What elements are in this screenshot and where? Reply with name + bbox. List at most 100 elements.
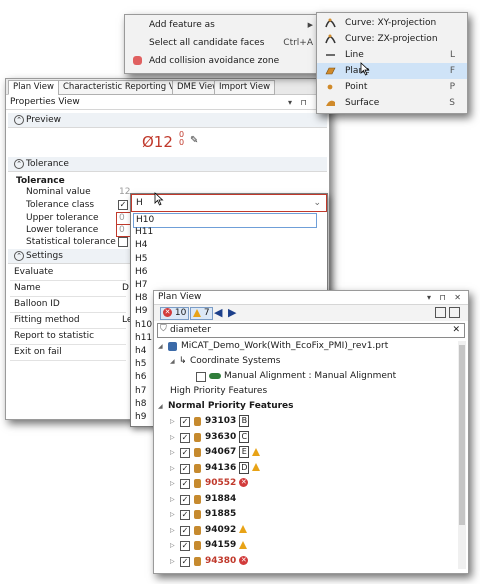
statistical-tolerance-label: Statistical tolerance xyxy=(26,237,116,247)
expand-arrow-icon[interactable]: ▷ xyxy=(170,527,176,534)
menu-item-label: Select all candidate faces xyxy=(149,38,265,48)
collapse-icon[interactable]: ⌃ xyxy=(14,251,24,261)
tolerance-class-checkbox[interactable]: ✓ xyxy=(118,200,128,210)
settings-row-fitting-method[interactable]: Fitting method Le xyxy=(10,313,132,329)
tolerance-section-header[interactable]: ⌃ Tolerance xyxy=(8,157,327,172)
pencil-icon: ✎ xyxy=(190,135,199,146)
dropdown-option[interactable]: H11 xyxy=(133,226,315,239)
search-box[interactable]: ⛉ diameter ✕ xyxy=(157,323,465,338)
feature-label-group: 91885 xyxy=(205,507,236,522)
menu-item-shortcut: Ctrl+A xyxy=(283,38,313,48)
feature-id: 91884 xyxy=(205,493,237,504)
feature-checkbox[interactable]: ✓ xyxy=(180,541,190,551)
alignment-icon xyxy=(209,373,221,379)
part-icon xyxy=(168,342,177,351)
expand-arrow-icon[interactable]: ▷ xyxy=(170,481,176,487)
submenu-item-line[interactable]: Line L xyxy=(317,47,467,63)
feature-checkbox[interactable]: ✓ xyxy=(180,479,190,489)
feature-checkbox[interactable]: ✓ xyxy=(180,556,190,567)
settings-row-evaluate[interactable]: Evaluate xyxy=(10,265,126,281)
tab-plan-view[interactable]: Plan View xyxy=(8,80,59,95)
submenu-item-surface[interactable]: Surface S xyxy=(317,95,467,111)
feature-checkbox[interactable]: ✓ xyxy=(180,510,190,520)
alignment-checkbox[interactable] xyxy=(196,372,206,382)
expand-arrow-icon[interactable]: ▷ xyxy=(170,512,176,518)
expand-arrow-icon[interactable]: ▷ xyxy=(170,419,176,425)
feature-id: 91885 xyxy=(205,509,237,519)
expand-all-icon[interactable] xyxy=(435,307,446,318)
expand-arrow-icon[interactable]: ◢ xyxy=(158,344,164,350)
search-input[interactable]: diameter xyxy=(170,324,211,337)
submenu-item-curve-xy[interactable]: Curve: XY-projection xyxy=(317,15,467,31)
settings-row-balloon-id[interactable]: Balloon ID xyxy=(10,297,126,313)
chevron-down-icon[interactable]: ⌄ xyxy=(313,195,321,211)
submenu-item-curve-zx[interactable]: Curve: ZX-projection xyxy=(317,31,467,47)
error-icon: ✕ xyxy=(239,478,249,487)
dropdown-option[interactable]: H5 xyxy=(133,253,315,266)
expand-arrow-icon[interactable]: ▷ xyxy=(170,558,176,565)
cylinder-icon xyxy=(194,556,201,566)
expand-arrow-icon[interactable]: ◢ xyxy=(158,404,164,410)
scrollbar-thumb[interactable] xyxy=(459,345,465,525)
submenu-item-label: Line xyxy=(345,50,364,60)
window-controls[interactable]: ▾ ⊓ ✕ xyxy=(427,291,464,304)
menu-item-add-feature-as[interactable]: Add feature as ▶ xyxy=(125,17,321,33)
curve-icon xyxy=(325,18,336,28)
feature-label-group: 91884 xyxy=(205,492,236,507)
feature-label-group: 94159 xyxy=(205,538,248,553)
settings-row-name[interactable]: Name D xyxy=(10,281,129,297)
tab-import-view[interactable]: Import View xyxy=(214,80,276,95)
feature-checkbox[interactable]: ✓ xyxy=(180,448,190,458)
preview-section-header[interactable]: ⌃ Preview xyxy=(8,113,327,128)
collapse-icon[interactable]: ⌃ xyxy=(14,115,24,125)
cylinder-icon xyxy=(194,479,201,488)
mouse-cursor-icon xyxy=(360,62,370,76)
forward-arrow-icon[interactable]: ▶ xyxy=(228,306,236,319)
submenu-item-point[interactable]: Point P xyxy=(317,79,467,95)
expand-arrow-icon[interactable]: ▷ xyxy=(170,465,176,472)
feature-checkbox[interactable]: ✓ xyxy=(180,494,190,505)
settings-row-exit-on-fail[interactable]: Exit on fail xyxy=(10,345,126,361)
cylinder-icon xyxy=(194,541,201,550)
view-tabs: Plan View Characteristic Reporting View … xyxy=(6,79,329,95)
collapse-icon[interactable]: ⌃ xyxy=(14,159,24,169)
error-icon: ✕ xyxy=(163,308,172,317)
warning-icon xyxy=(252,463,261,471)
submenu-item-plane[interactable]: Plane F xyxy=(317,63,467,79)
vertical-scrollbar[interactable] xyxy=(458,341,466,569)
menu-item-add-collision-zone[interactable]: Add collision avoidance zone xyxy=(125,53,321,69)
expand-arrow-icon[interactable]: ▷ xyxy=(170,434,176,441)
clear-search-icon[interactable]: ✕ xyxy=(452,324,460,337)
feature-checkbox[interactable]: ✓ xyxy=(180,463,190,474)
feature-checkbox[interactable]: ✓ xyxy=(180,525,190,536)
lower-tolerance-value: 0 xyxy=(119,225,125,235)
menu-item-label: Add feature as xyxy=(149,20,215,30)
collapse-all-icon[interactable] xyxy=(449,307,460,318)
expand-arrow-icon[interactable]: ▷ xyxy=(170,543,176,549)
expand-arrow-icon[interactable]: ▷ xyxy=(170,496,176,503)
plan-view-title: Plan View xyxy=(158,292,202,302)
properties-title: Properties View xyxy=(10,97,80,107)
statistical-tolerance-checkbox[interactable] xyxy=(118,237,128,247)
preview-section-label: Preview xyxy=(26,115,62,125)
back-arrow-icon[interactable]: ◀ xyxy=(214,306,222,319)
feature-id: 94136 xyxy=(205,462,237,473)
dropdown-option[interactable]: H6 xyxy=(133,266,315,279)
tolerance-section-label: Tolerance xyxy=(26,159,69,169)
feature-label-group: 93103 B xyxy=(205,414,250,429)
settings-row-report-to-statistic[interactable]: Report to statistic xyxy=(10,329,126,345)
axis-icon: ↳ xyxy=(179,356,187,366)
feature-checkbox[interactable]: ✓ xyxy=(180,417,190,427)
expand-arrow-icon[interactable]: ▷ xyxy=(170,450,176,456)
plan-view-window: Plan View ▾ ⊓ ✕ ✕ 10 7 ◀ ▶ ⛉ diameter ✕ … xyxy=(153,290,469,574)
cylinder-icon xyxy=(194,463,201,473)
warning-filter-button[interactable]: 7 xyxy=(190,307,213,320)
menu-item-select-all-candidate-faces[interactable]: Select all candidate faces Ctrl+A xyxy=(125,35,321,51)
dropdown-option[interactable]: H4 xyxy=(133,239,315,252)
feature-label-group: 90552 ✕ xyxy=(205,476,249,491)
tree-high-priority[interactable]: High Priority Features xyxy=(170,384,267,399)
expand-arrow-icon[interactable]: ◢ xyxy=(170,359,176,365)
feature-checkbox[interactable]: ✓ xyxy=(180,432,190,443)
nominal-value[interactable]: 12 xyxy=(119,187,130,197)
error-filter-button[interactable]: ✕ 10 xyxy=(160,307,190,320)
